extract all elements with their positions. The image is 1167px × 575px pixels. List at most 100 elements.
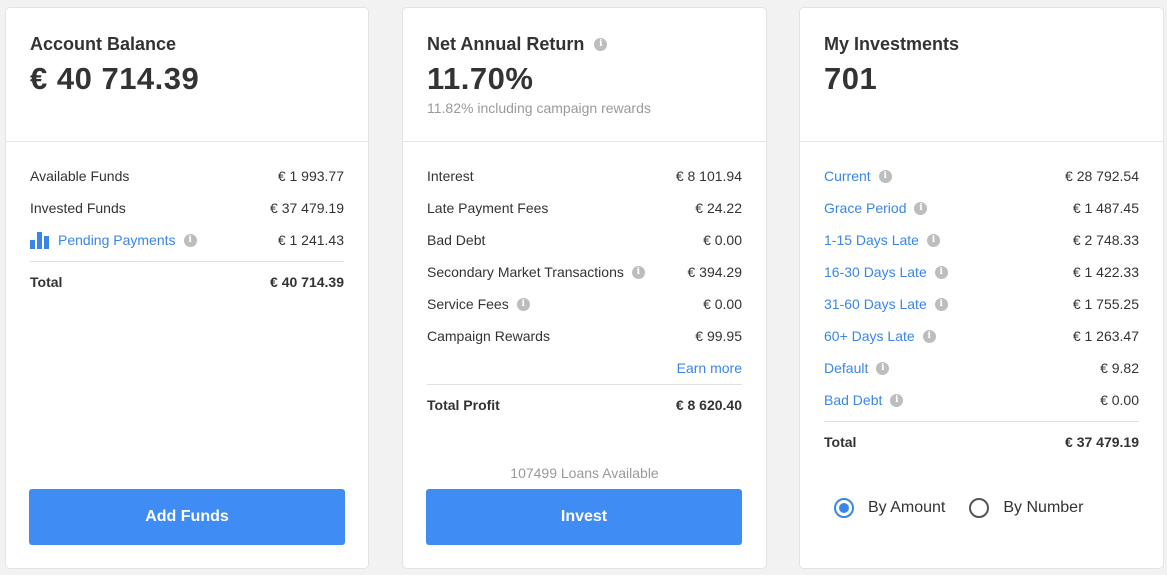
- row-label[interactable]: Default: [824, 360, 868, 376]
- net-annual-return-title: Net Annual Return: [427, 33, 585, 54]
- row-value: € 1 993.77: [277, 168, 344, 184]
- status-link[interactable]: 31-60 Days Late i: [824, 296, 948, 312]
- row-value: € 1 241.43: [277, 232, 344, 248]
- my-investments-title: My Investments: [824, 33, 960, 54]
- account-balance-header: Account Balance € 40 714.39: [6, 8, 368, 142]
- row-label: Invested Funds: [30, 200, 126, 216]
- row-label[interactable]: Bad Debt: [824, 392, 882, 408]
- my-investments-body: Current i € 28 792.54 Grace Period i € 1…: [800, 142, 1163, 461]
- account-balance-card: Account Balance € 40 714.39 Available Fu…: [5, 7, 369, 569]
- radio-label[interactable]: By Number: [1003, 499, 1083, 517]
- row-total: Total € 40 714.39: [30, 261, 344, 301]
- row-default: Default i € 9.82: [824, 352, 1139, 384]
- row-invested-funds: Invested Funds € 37 479.19: [30, 192, 344, 224]
- radio-unchecked-icon[interactable]: [969, 498, 990, 518]
- pending-payments-link[interactable]: Pending Payments i: [30, 231, 197, 249]
- net-annual-return-title-wrap: Net Annual Return i: [427, 33, 742, 55]
- bar-chart-icon: [30, 231, 50, 249]
- row-label: Available Funds: [30, 168, 130, 184]
- row-label-wrap: Service Fees i: [427, 296, 530, 312]
- row-value: € 1 422.33: [1072, 264, 1139, 280]
- info-icon[interactable]: i: [878, 169, 892, 183]
- total-value: € 8 620.40: [675, 396, 742, 413]
- account-balance-value: € 40 714.39: [30, 61, 200, 96]
- net-annual-return-header: Net Annual Return i 11.70% 11.82% includ…: [403, 8, 766, 142]
- status-link[interactable]: Grace Period i: [824, 200, 928, 216]
- row-value: € 1 487.45: [1072, 200, 1139, 216]
- invest-button[interactable]: Invest: [426, 489, 742, 545]
- row-label: Secondary Market Transactions: [427, 264, 624, 280]
- row-60-plus-days-late: 60+ Days Late i € 1 263.47: [824, 320, 1139, 352]
- row-1-15-days-late: 1-15 Days Late i € 2 748.33: [824, 224, 1139, 256]
- row-label[interactable]: Current: [824, 168, 871, 184]
- row-value: € 9.82: [1100, 360, 1139, 376]
- earn-more-link[interactable]: Earn more: [427, 352, 742, 384]
- status-link[interactable]: Current i: [824, 168, 892, 184]
- row-label-wrap: Secondary Market Transactions i: [427, 264, 645, 280]
- status-link[interactable]: 1-15 Days Late i: [824, 232, 940, 248]
- my-investments-value: 701: [824, 61, 878, 96]
- total-value: € 40 714.39: [270, 273, 344, 290]
- row-bad-debt: Bad Debt € 0.00: [427, 224, 742, 256]
- info-icon[interactable]: i: [183, 233, 197, 247]
- info-icon[interactable]: i: [922, 329, 936, 343]
- info-icon[interactable]: i: [934, 265, 948, 279]
- info-icon[interactable]: i: [594, 37, 608, 51]
- radio-by-number[interactable]: By Number: [969, 498, 1083, 518]
- row-total-profit: Total Profit € 8 620.40: [427, 384, 742, 424]
- row-grace-period: Grace Period i € 1 487.45: [824, 192, 1139, 224]
- row-late-payment-fees: Late Payment Fees € 24.22: [427, 192, 742, 224]
- row-secondary-market: Secondary Market Transactions i € 394.29: [427, 256, 742, 288]
- radio-checked-icon[interactable]: [834, 498, 854, 518]
- row-label[interactable]: 31-60 Days Late: [824, 296, 927, 312]
- net-annual-return-value: 11.70%: [427, 61, 534, 96]
- row-value: € 37 479.19: [270, 200, 344, 216]
- row-label[interactable]: Pending Payments: [58, 232, 176, 248]
- row-value: € 0.00: [1100, 392, 1139, 408]
- info-icon[interactable]: i: [631, 265, 645, 279]
- row-value: € 99.95: [695, 328, 742, 344]
- my-investments-card: My Investments 701 Current i € 28 792.54…: [799, 7, 1164, 569]
- account-balance-body: Available Funds € 1 993.77 Invested Fund…: [6, 142, 368, 301]
- info-icon[interactable]: i: [890, 393, 904, 407]
- row-label[interactable]: Grace Period: [824, 200, 906, 216]
- row-label: Campaign Rewards: [427, 328, 550, 344]
- status-link[interactable]: Bad Debt i: [824, 392, 904, 408]
- status-link[interactable]: 16-30 Days Late i: [824, 264, 948, 280]
- row-value: € 0.00: [703, 232, 742, 248]
- row-label: Interest: [427, 168, 474, 184]
- info-icon[interactable]: i: [914, 201, 928, 215]
- radio-label[interactable]: By Amount: [868, 499, 945, 517]
- row-label: Bad Debt: [427, 232, 486, 248]
- total-value: € 37 479.19: [1065, 433, 1139, 450]
- row-value: € 0.00: [703, 296, 742, 312]
- loans-available-text: 107499 Loans Available: [510, 465, 659, 481]
- info-icon[interactable]: i: [934, 297, 948, 311]
- row-value: € 1 263.47: [1072, 328, 1139, 344]
- info-icon[interactable]: i: [876, 361, 890, 375]
- row-pending-payments: Pending Payments i € 1 241.43: [30, 224, 344, 256]
- row-label[interactable]: 60+ Days Late: [824, 328, 915, 344]
- row-31-60-days-late: 31-60 Days Late i € 1 755.25: [824, 288, 1139, 320]
- net-annual-return-card: Net Annual Return i 11.70% 11.82% includ…: [402, 7, 767, 569]
- row-value: € 1 755.25: [1072, 296, 1139, 312]
- info-icon[interactable]: i: [926, 233, 940, 247]
- info-icon[interactable]: i: [516, 297, 530, 311]
- view-mode-radio-group: By Amount By Number: [834, 498, 1107, 518]
- campaign-rewards-subtitle: 11.82% including campaign rewards: [427, 100, 651, 116]
- status-link[interactable]: Default i: [824, 360, 890, 376]
- row-value: € 2 748.33: [1072, 232, 1139, 248]
- row-value: € 28 792.54: [1065, 168, 1139, 184]
- row-label[interactable]: 1-15 Days Late: [824, 232, 919, 248]
- row-value: € 8 101.94: [675, 168, 742, 184]
- row-label: Late Payment Fees: [427, 200, 549, 216]
- row-bad-debt: Bad Debt i € 0.00: [824, 384, 1139, 416]
- row-label[interactable]: 16-30 Days Late: [824, 264, 927, 280]
- radio-by-amount[interactable]: By Amount: [834, 498, 945, 518]
- status-link[interactable]: 60+ Days Late i: [824, 328, 936, 344]
- row-total: Total € 37 479.19: [824, 421, 1139, 461]
- add-funds-button[interactable]: Add Funds: [29, 489, 345, 545]
- net-annual-return-body: Interest € 8 101.94 Late Payment Fees € …: [403, 142, 766, 424]
- account-balance-title: Account Balance: [30, 33, 177, 54]
- my-investments-header: My Investments 701: [800, 8, 1163, 142]
